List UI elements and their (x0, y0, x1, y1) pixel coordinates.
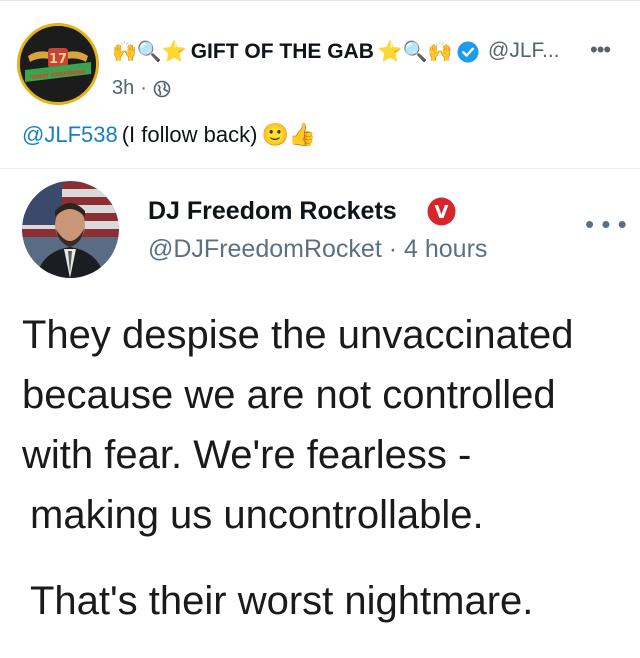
separator-dot: · (140, 77, 147, 99)
post-text: @JLF538 (I follow back) 🙂👍 (22, 122, 316, 148)
quoted-more-options-icon[interactable]: • • • (585, 209, 627, 240)
quoted-avatar[interactable] (22, 181, 119, 278)
post-time[interactable]: 3h (112, 77, 134, 100)
more-options-icon[interactable]: ••• (590, 37, 611, 63)
verified-v-badge-icon: V (427, 197, 456, 226)
quoted-text-line: They despise the unvaccinated (22, 313, 574, 357)
globe-icon (153, 80, 171, 97)
quoted-post[interactable]: DJ Freedom Rockets V • • • @DJFreedomRoc… (0, 168, 640, 658)
post-card: 17 GREAT AWAKENING 🙌🔍⭐ GIFT OF THE GAB ⭐… (0, 0, 640, 161)
quoted-text-line: That's their worst nightmare. (30, 579, 534, 623)
svg-text:V: V (435, 202, 449, 223)
avatar[interactable]: 17 GREAT AWAKENING (17, 23, 99, 105)
post-meta: 3h · (112, 77, 171, 100)
avatar-photo-icon (22, 181, 119, 278)
post-emojis: 🙂👍 (261, 122, 317, 147)
quoted-author-name[interactable]: DJ Freedom Rockets (148, 197, 397, 226)
quoted-author-handle: @DJFreedomRocket · 4 hours (148, 235, 487, 264)
quoted-time: · 4 hours (388, 235, 488, 263)
quoted-post-text: They despise the unvaccinated because we… (22, 305, 622, 631)
quoted-text-line: with fear. We're fearless - (22, 433, 472, 477)
quoted-handle-text[interactable]: @DJFreedomRocket (148, 235, 382, 263)
author-name-text: GIFT OF THE GAB (190, 39, 374, 63)
svg-text:17: 17 (49, 52, 67, 67)
mention-link[interactable]: @JLF538 (22, 122, 118, 148)
great-awakening-logo-icon: 17 GREAT AWAKENING (20, 26, 96, 102)
quoted-text-line: because we are not controlled (22, 373, 556, 417)
post-text-body: (I follow back) (121, 122, 258, 147)
author-handle[interactable]: @JLF... (488, 39, 560, 63)
verified-badge-icon (457, 41, 479, 63)
name-suffix-emojis: ⭐🔍🙌 (377, 41, 453, 63)
author-name[interactable]: 🙌🔍⭐ GIFT OF THE GAB ⭐🔍🙌 (112, 39, 453, 64)
quoted-text-line: making us uncontrollable. (30, 493, 484, 537)
name-prefix-emojis: 🙌🔍⭐ (112, 41, 187, 63)
